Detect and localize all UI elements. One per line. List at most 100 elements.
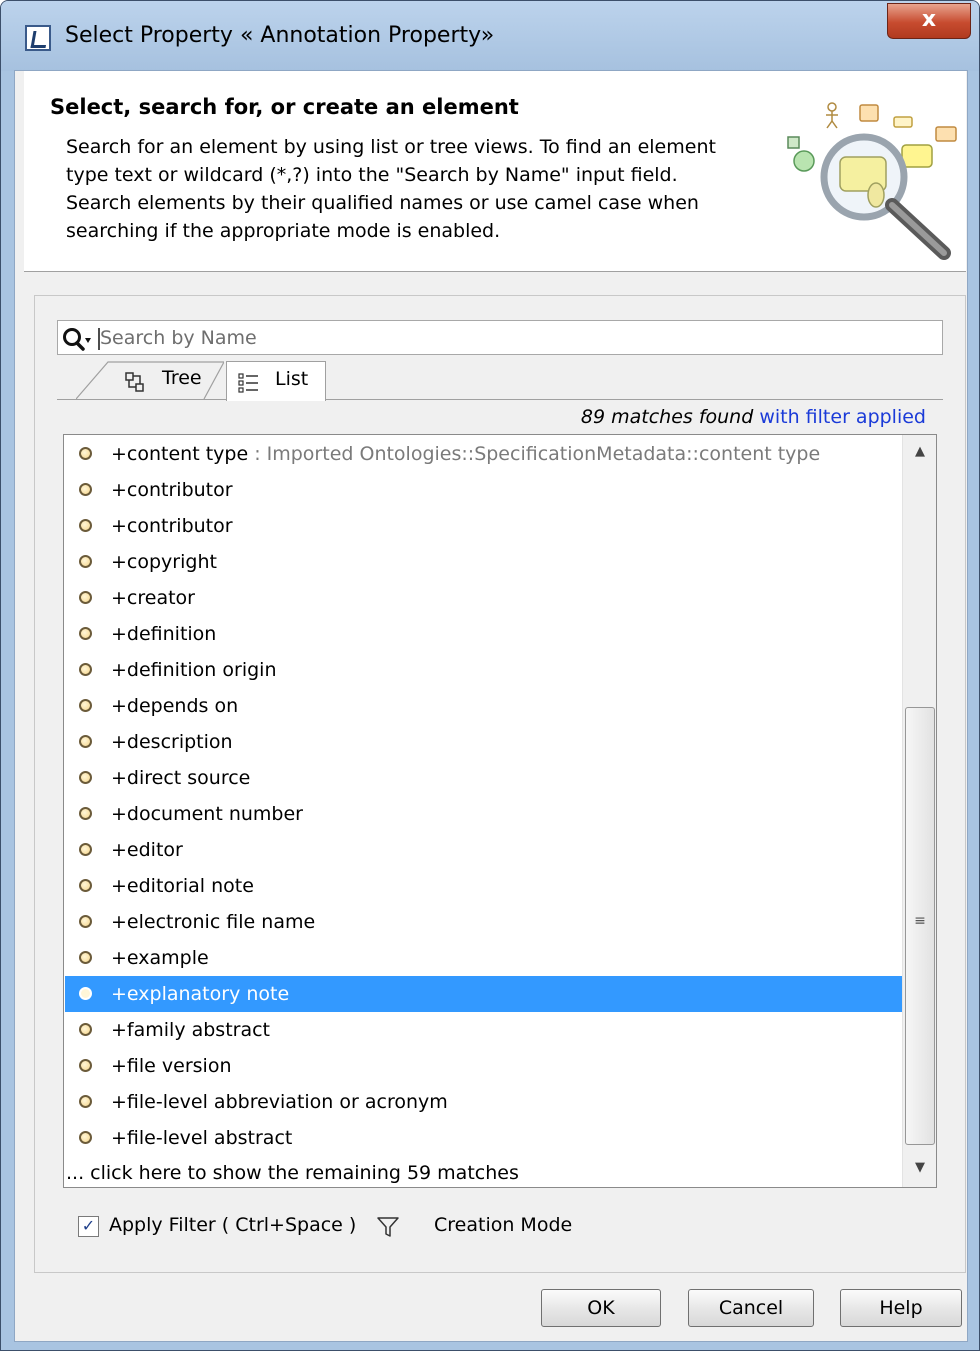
list-item-name: +family abstract: [111, 1019, 271, 1041]
ok-button[interactable]: OK: [541, 1289, 661, 1327]
list-item-qualified-path: : Imported Ontologies::SpecificationMeta…: [248, 443, 821, 465]
list-item[interactable]: +description: [65, 724, 903, 760]
cancel-button[interactable]: Cancel: [688, 1289, 814, 1327]
list-item[interactable]: +family abstract: [65, 1012, 903, 1048]
tab-list-label: List: [275, 368, 309, 390]
list-item[interactable]: +creator: [65, 580, 903, 616]
search-field[interactable]: [57, 320, 943, 355]
list-item-name: +file-level abbreviation or acronym: [111, 1091, 448, 1113]
property-icon: [79, 771, 92, 784]
list-item-text: +description: [111, 724, 233, 760]
filter-funnel-icon[interactable]: [376, 1216, 400, 1238]
list-item-text: +electronic file name: [111, 904, 315, 940]
list-item[interactable]: +copyright: [65, 544, 903, 580]
list-item-name: +content type: [111, 443, 249, 465]
search-input[interactable]: [100, 324, 930, 352]
list-item-name: +file version: [111, 1055, 232, 1077]
scroll-thumb[interactable]: ≡: [905, 707, 935, 1145]
list-item[interactable]: +document number: [65, 796, 903, 832]
list-item-name: +example: [111, 947, 209, 969]
list-item-name: +editorial note: [111, 875, 254, 897]
list-item-text: +contributor: [111, 472, 233, 508]
property-icon: [79, 591, 92, 604]
list-item-text: +creator: [111, 580, 195, 616]
list-item[interactable]: +electronic file name: [65, 904, 903, 940]
tab-tree-label: Tree: [162, 367, 202, 389]
property-icon: [79, 483, 92, 496]
list-item-text: +file-level abstract: [111, 1120, 292, 1156]
property-icon: [79, 447, 92, 460]
tab-strip-line: [57, 399, 943, 400]
tab-tree[interactable]: Tree: [76, 361, 224, 399]
list-item-text: +definition origin: [111, 652, 277, 688]
property-icon: [79, 843, 92, 856]
window-title: Select Property « Annotation Property»: [65, 23, 495, 48]
list-item-name: +contributor: [111, 515, 233, 537]
filter-applied-link[interactable]: with filter applied: [753, 406, 926, 428]
list-view-icon: [238, 373, 258, 393]
list-item-name: +contributor: [111, 479, 233, 501]
property-icon: [79, 663, 92, 676]
property-icon: [79, 879, 92, 892]
list-item[interactable]: +direct source: [65, 760, 903, 796]
list-item-name: +depends on: [111, 695, 239, 717]
search-icon[interactable]: [62, 326, 100, 352]
list-item-name: +explanatory note: [111, 983, 290, 1005]
list-item-name: +electronic file name: [111, 911, 316, 933]
list-item-text: +contributor: [111, 508, 233, 544]
matches-summary: 89 matches found with filter applied: [581, 406, 926, 428]
list-item[interactable]: +contributor: [65, 508, 903, 544]
property-icon: [79, 699, 92, 712]
tab-list[interactable]: List: [226, 361, 326, 401]
tree-view-icon: [125, 372, 144, 392]
header-title: Select, search for, or create an element: [50, 95, 519, 119]
list-item-text: +editorial note: [111, 868, 254, 904]
creation-mode-button[interactable]: Creation Mode: [434, 1214, 572, 1236]
list-item-name: +direct source: [111, 767, 251, 789]
list-item-text: +explanatory note: [111, 976, 289, 1012]
property-icon: [79, 1131, 92, 1144]
scroll-up-arrow-icon[interactable]: ▲: [903, 435, 937, 469]
list-item[interactable]: +file-level abstract: [65, 1120, 903, 1156]
property-icon: [79, 807, 92, 820]
list-item[interactable]: +definition origin: [65, 652, 903, 688]
list-item-text: +content type : Imported Ontologies::Spe…: [111, 436, 820, 472]
list-scrollbar[interactable]: ▲ ≡ ▼: [902, 435, 936, 1187]
header-pane: Select, search for, or create an element…: [24, 71, 966, 272]
list-item-name: +definition origin: [111, 659, 277, 681]
list-item-text: +file-level abbreviation or acronym: [111, 1084, 448, 1120]
list-item[interactable]: +content type : Imported Ontologies::Spe…: [65, 436, 903, 472]
list-item-name: +copyright: [111, 551, 217, 573]
list-item-text: +depends on: [111, 688, 238, 724]
property-icon: [79, 915, 92, 928]
help-button[interactable]: Help: [840, 1289, 962, 1327]
list-item-name: +description: [111, 731, 233, 753]
list-item[interactable]: +editor: [65, 832, 903, 868]
list-item[interactable]: +depends on: [65, 688, 903, 724]
list-item[interactable]: +explanatory note: [65, 976, 903, 1012]
list-item[interactable]: +definition: [65, 616, 903, 652]
list-item[interactable]: +file version: [65, 1048, 903, 1084]
list-item-name: +creator: [111, 587, 195, 609]
close-button[interactable]: x: [887, 3, 971, 39]
list-item[interactable]: +example: [65, 940, 903, 976]
apply-filter-label[interactable]: Apply Filter ( Ctrl+Space ): [109, 1214, 356, 1236]
list-item[interactable]: +file-level abbreviation or acronym: [65, 1084, 903, 1120]
list-item-name: +document number: [111, 803, 303, 825]
apply-filter-checkbox[interactable]: ✓: [78, 1216, 99, 1237]
property-icon: [79, 951, 92, 964]
list-item-text: +file version: [111, 1048, 232, 1084]
show-remaining-link[interactable]: ... click here to show the remaining 59 …: [66, 1159, 519, 1187]
scroll-down-arrow-icon[interactable]: ▼: [903, 1151, 937, 1185]
list-item-text: +example: [111, 940, 209, 976]
list-item-text: +definition: [111, 616, 216, 652]
title-bar[interactable]: Select Property « Annotation Property» x: [1, 1, 979, 71]
list-item-name: +definition: [111, 623, 217, 645]
list-item-text: +editor: [111, 832, 183, 868]
results-list[interactable]: ... click here to show the remaining 59 …: [63, 434, 937, 1188]
list-item[interactable]: +contributor: [65, 472, 903, 508]
property-icon: [79, 1059, 92, 1072]
property-icon: [79, 555, 92, 568]
header-description: Search for an element by using list or t…: [66, 136, 716, 242]
list-item[interactable]: +editorial note: [65, 868, 903, 904]
